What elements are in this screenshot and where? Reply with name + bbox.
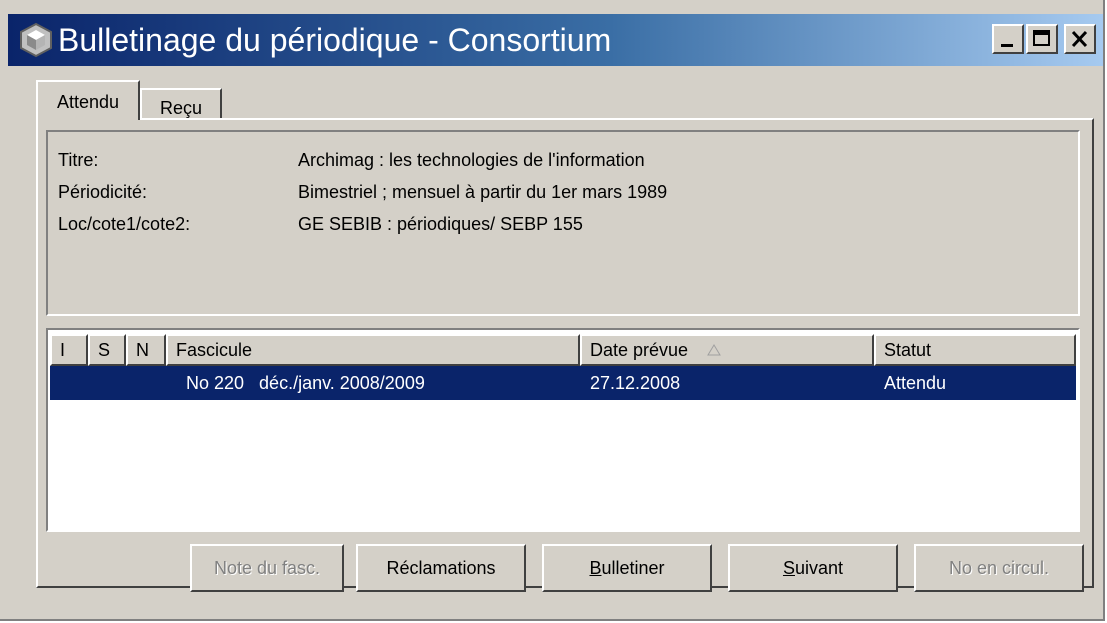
suivant-button[interactable]: Suivant	[728, 544, 898, 592]
column-header-n[interactable]: N	[126, 334, 166, 366]
window-title: Bulletinage du périodique - Consortium	[58, 22, 612, 58]
periodicity-value: Bimestriel ; mensuel à partir du 1er mar…	[298, 182, 668, 202]
maximize-icon	[1033, 30, 1050, 46]
bulletiner-button[interactable]: Bulletiner	[542, 544, 712, 592]
tab-label: Reçu	[159, 98, 203, 118]
button-label: Note du fasc.	[213, 558, 321, 578]
issues-list[interactable]: I S N Fascicule Date prévue Statut No 22…	[46, 328, 1080, 532]
cell-statut: Attendu	[884, 373, 947, 393]
column-header-date-prevue[interactable]: Date prévue	[580, 334, 874, 366]
app-emblem-icon	[20, 22, 52, 58]
close-button[interactable]	[1064, 24, 1096, 54]
tab-recu[interactable]: Reçu	[140, 88, 222, 120]
button-label: No en circul.	[948, 558, 1050, 578]
button-label: S	[782, 558, 795, 578]
close-icon	[1071, 30, 1088, 48]
column-header-label: Date prévue	[590, 340, 689, 360]
tab-label: Attendu	[56, 92, 120, 112]
title-bar[interactable]: Bulletinage du périodique - Consortium	[8, 14, 1103, 66]
button-label: Réclamations	[386, 558, 496, 578]
button-label-rest: ulletiner	[601, 558, 665, 578]
table-row[interactable]: No 220 déc./janv. 2008/2009 27.12.2008 A…	[50, 366, 1076, 400]
title-label: Titre:	[58, 150, 99, 170]
column-header-label: Statut	[884, 340, 932, 360]
title-value: Archimag : les technologies de l'informa…	[298, 150, 645, 170]
column-header-label: I	[60, 340, 66, 360]
no-en-circulation-button[interactable]: No en circul.	[914, 544, 1084, 592]
column-header-label: Fascicule	[176, 340, 253, 360]
cell-fascicule: No 220 déc./janv. 2008/2009	[186, 373, 425, 393]
minimize-button[interactable]	[992, 24, 1024, 54]
button-label-rest: uivant	[794, 558, 844, 578]
column-header-label: N	[136, 340, 149, 360]
tab-attendu[interactable]: Attendu	[36, 80, 140, 120]
location-value: GE SEBIB : périodiques/ SEBP 155	[298, 214, 583, 234]
sort-ascending-icon	[707, 344, 721, 356]
periodicity-label: Périodicité:	[58, 182, 148, 202]
location-label: Loc/cote1/cote2:	[58, 214, 191, 234]
note-du-fascicule-button[interactable]: Note du fasc.	[190, 544, 344, 592]
column-header-s[interactable]: S	[88, 334, 126, 366]
column-header-label: S	[98, 340, 111, 360]
dialog-window: Bulletinage du périodique - Consortium A…	[0, 0, 1105, 621]
minimize-icon	[1001, 44, 1013, 47]
reclamations-button[interactable]: Réclamations	[356, 544, 526, 592]
maximize-button[interactable]	[1026, 24, 1058, 54]
column-header-fascicule[interactable]: Fascicule	[166, 334, 580, 366]
button-label: B	[589, 558, 602, 578]
cell-date-prevue: 27.12.2008	[590, 373, 681, 393]
column-header-i[interactable]: I	[50, 334, 88, 366]
column-header-statut[interactable]: Statut	[874, 334, 1076, 366]
